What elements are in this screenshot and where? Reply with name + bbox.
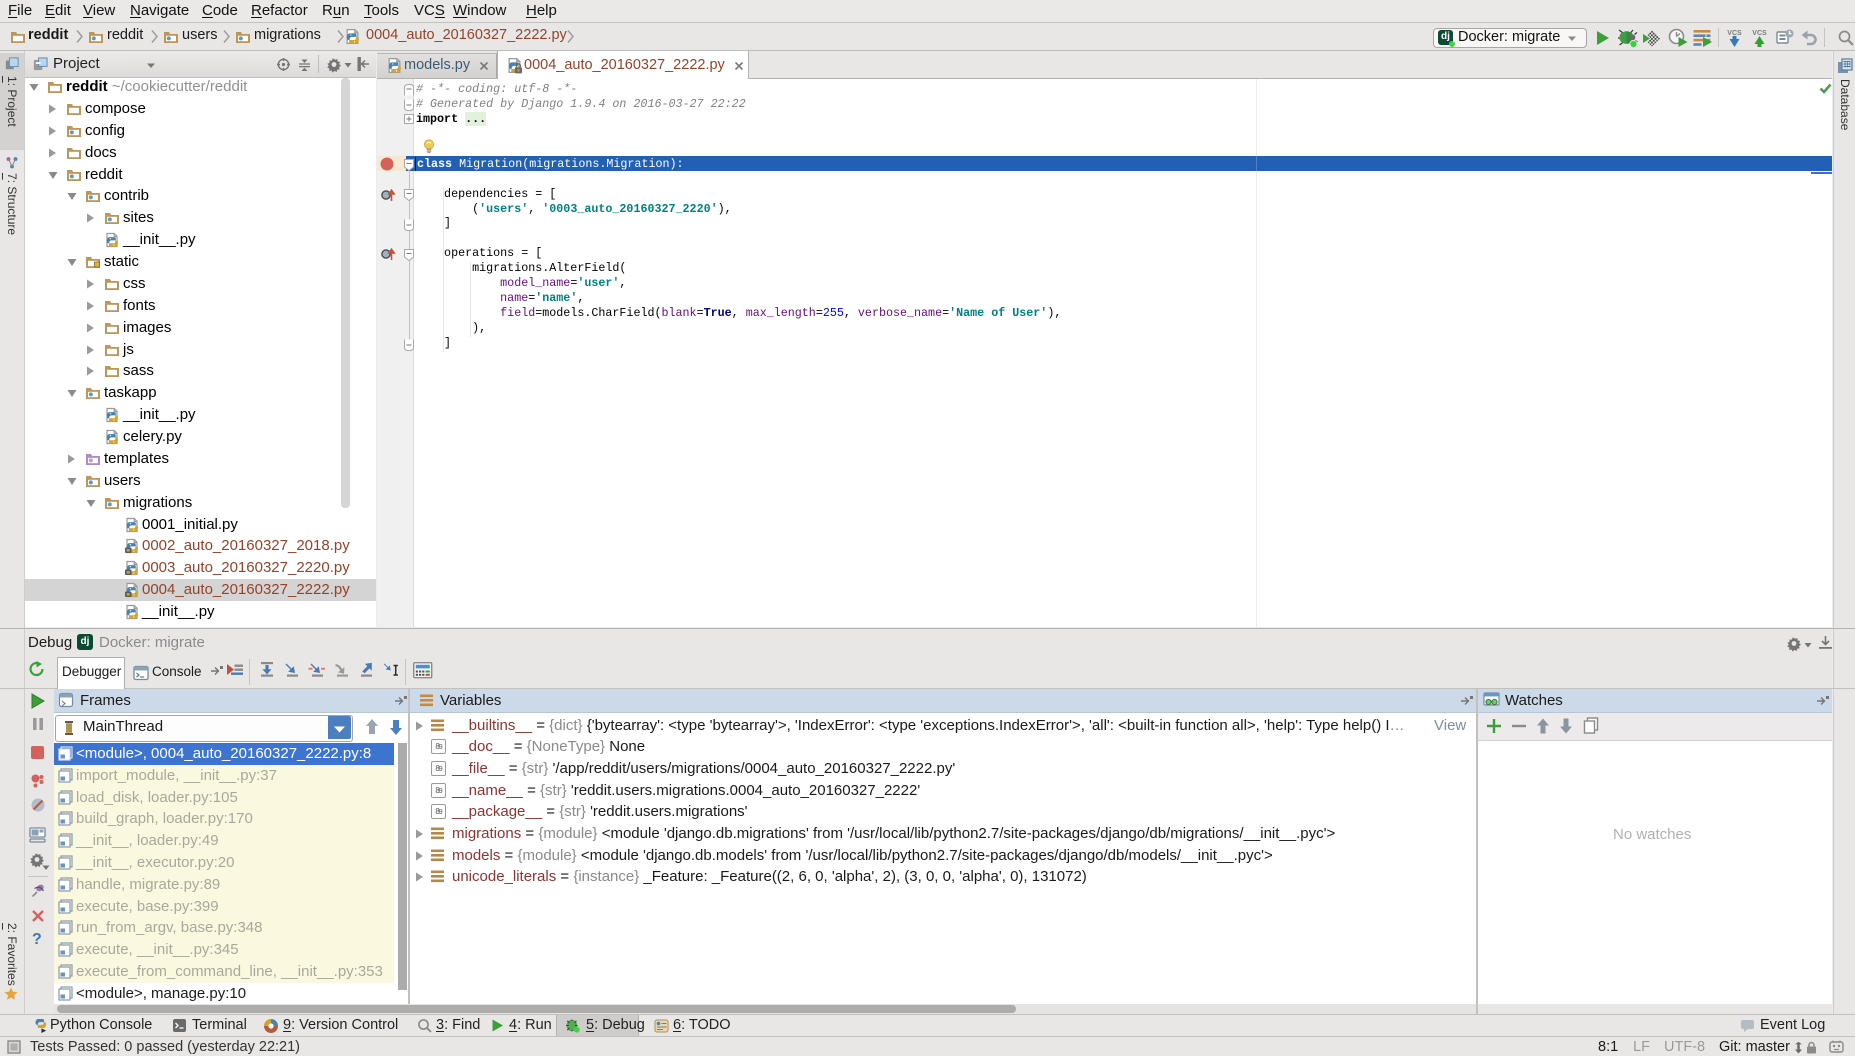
svg-text:VCS: VCS — [1752, 30, 1767, 37]
svg-text:VCS: VCS — [1727, 30, 1742, 37]
